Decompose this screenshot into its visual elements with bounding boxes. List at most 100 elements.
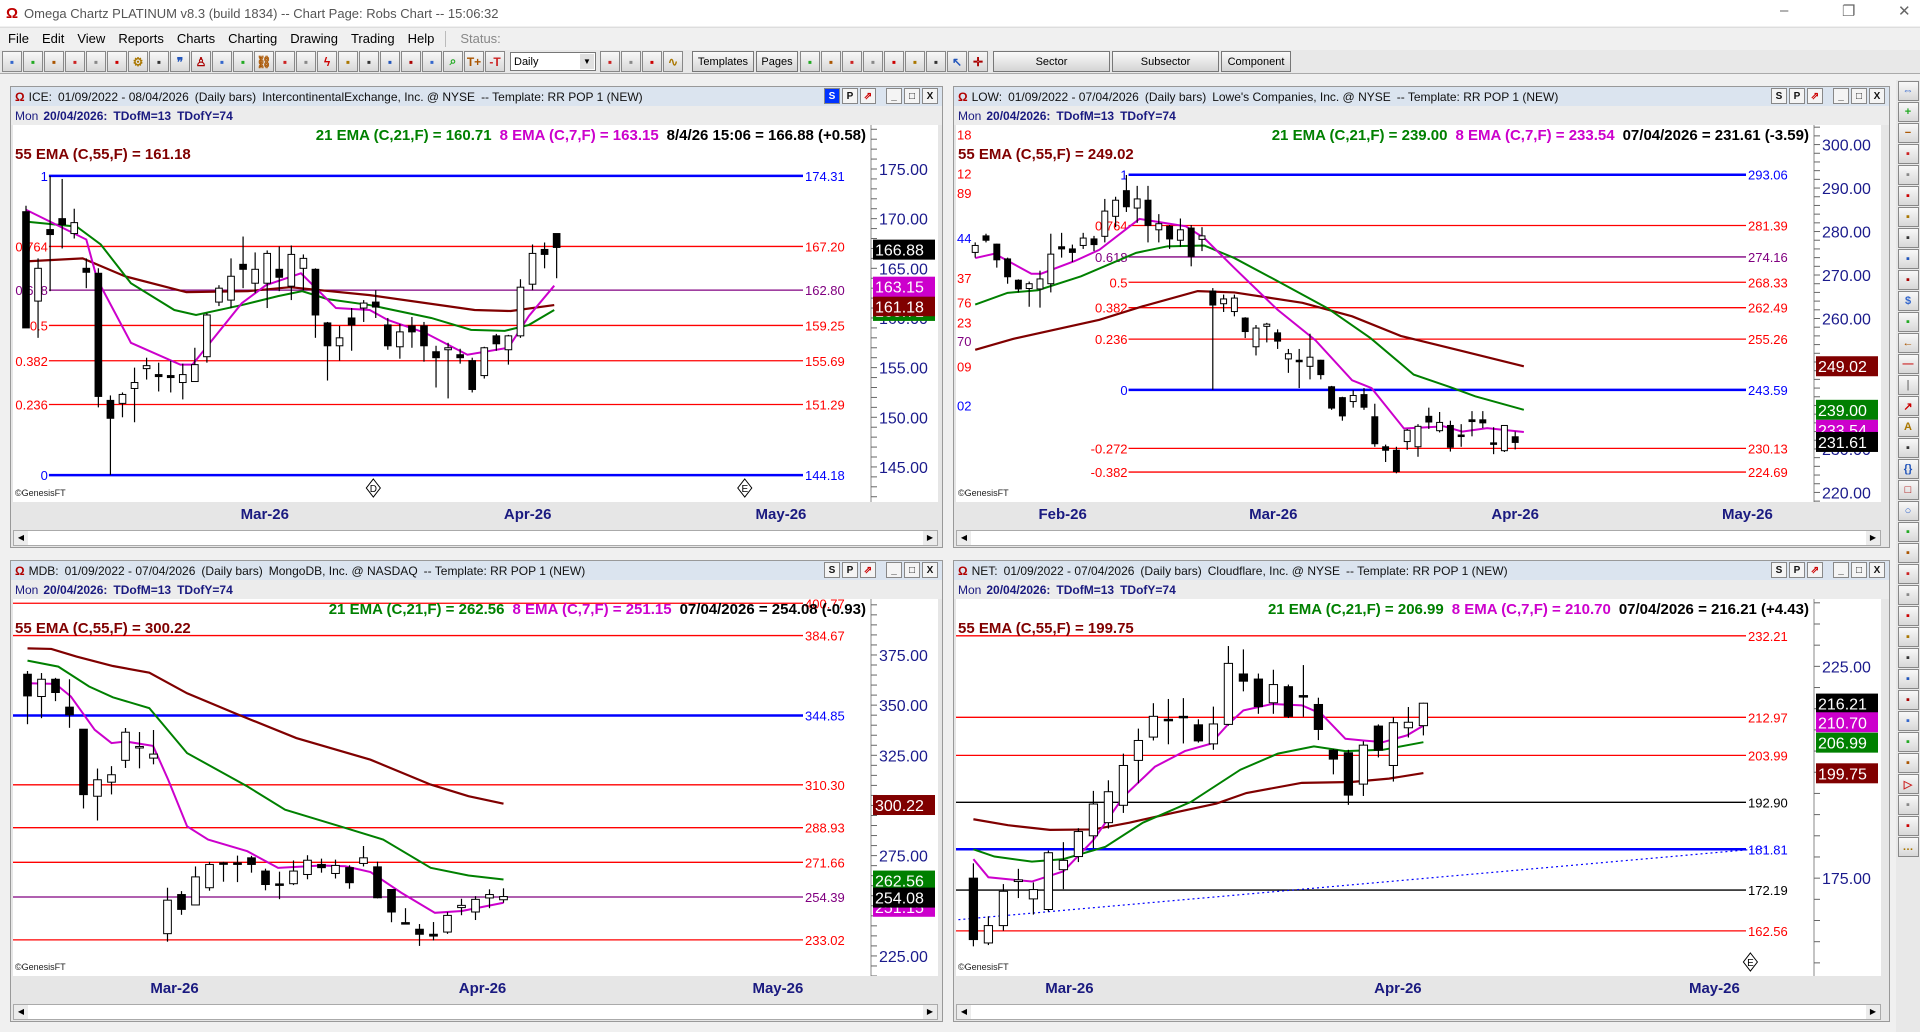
menu-trading[interactable]: Trading (351, 31, 395, 46)
alarm-icon[interactable]: ▪ (380, 51, 400, 72)
chevron-down-icon[interactable]: ▼ (580, 54, 594, 69)
link-icon[interactable]: ⛓ (254, 51, 274, 72)
trendline-icon[interactable]: ▪ (1897, 249, 1919, 269)
tools-icon[interactable]: ▪ (44, 51, 64, 72)
menu-file[interactable]: File (8, 31, 29, 46)
popout-icon[interactable]: ⇗ (860, 88, 876, 104)
magnet-icon[interactable]: ▪ (1897, 165, 1919, 185)
price-chart[interactable]: 225.00200.00175.00232.21212.97203.99192.… (956, 599, 1881, 976)
window-icon[interactable]: ▪ (149, 51, 169, 72)
menu-charting[interactable]: Charting (228, 31, 277, 46)
chart-window-header[interactable]: Ω ICE: 01/09/2022 - 08/04/2026 (Daily bars)… (11, 87, 942, 106)
horizontal-scrollbar[interactable]: ◀ ▶ (13, 1004, 938, 1020)
alert-icon[interactable]: ▪ (1897, 228, 1919, 248)
pages-button[interactable]: Pages (756, 51, 798, 72)
scroll-right-icon[interactable]: ▶ (923, 531, 937, 545)
minimize-button[interactable]: – (1780, 2, 1788, 19)
restore-button[interactable]: ❐ (1842, 2, 1855, 20)
chart-plot-area[interactable]: 175.00170.00165.00160.00155.00150.00145.… (13, 125, 938, 502)
text-icon[interactable]: A (1897, 417, 1919, 437)
brackets-icon[interactable]: {} (1897, 459, 1919, 479)
chart-window-header[interactable]: Ω MDB: 01/09/2022 - 07/04/2026 (Daily bars)… (11, 561, 942, 580)
fib-retrace-icon[interactable]: ▪ (1897, 564, 1919, 584)
s-button[interactable]: S (824, 88, 840, 104)
menu-charts[interactable]: Charts (177, 31, 215, 46)
spread-icon[interactable]: ▪ (821, 51, 841, 72)
minimize-window-button[interactable]: _ (1833, 88, 1849, 104)
minimize-window-button[interactable]: _ (886, 562, 902, 578)
minimize-window-button[interactable]: _ (1833, 562, 1849, 578)
play-icon[interactable]: ▷ (1897, 774, 1919, 794)
red-block-icon[interactable]: ▪ (422, 51, 442, 72)
indicator-if-icon[interactable]: ▪ (65, 51, 85, 72)
shapes-icon[interactable]: ▪ (1897, 438, 1919, 458)
channel-icon[interactable]: ▪ (1897, 312, 1919, 332)
scroll-left-icon[interactable]: ◀ (14, 531, 28, 545)
auto-scale-icon[interactable]: ▪ (905, 51, 925, 72)
crosshair-icon[interactable]: ✛ (968, 51, 988, 72)
measure-icon[interactable]: ▪ (1897, 522, 1919, 542)
arrow-icon[interactable]: ↗ (1897, 396, 1919, 416)
pencil-icon[interactable]: ▪ (1897, 186, 1919, 206)
horizontal-line-icon[interactable]: — (1897, 354, 1919, 374)
scale-icon[interactable]: ▪ (884, 51, 904, 72)
traffic-light-icon[interactable]: ▪ (23, 51, 43, 72)
close-window-button[interactable]: X (1869, 88, 1885, 104)
s-button[interactable]: S (824, 562, 840, 578)
component-button[interactable]: Component (1221, 51, 1291, 72)
arrow-left-icon[interactable]: ← (1897, 333, 1919, 353)
ruler-icon[interactable]: ▪ (1897, 795, 1919, 815)
chart-window-header[interactable]: Ω LOW: 01/09/2022 - 07/04/2026 (Daily bars)… (954, 87, 1889, 106)
event-marker[interactable]: E (1742, 952, 1759, 972)
close-window-button[interactable]: X (1869, 562, 1885, 578)
dotted-trendline[interactable] (958, 847, 1767, 921)
subsector-button[interactable]: Subsector (1112, 51, 1219, 72)
menu-help[interactable]: Help (408, 31, 435, 46)
pointer-icon[interactable]: ↖ (947, 51, 967, 72)
gann-icon[interactable]: ▪ (1897, 648, 1919, 668)
lightning-icon[interactable]: ϟ (317, 51, 337, 72)
maximize-window-button[interactable]: □ (1851, 88, 1867, 104)
settings-gears-icon[interactable]: ▪ (2, 51, 22, 72)
popout-icon[interactable]: ⇗ (1807, 88, 1823, 104)
p-button[interactable]: P (1789, 562, 1805, 578)
fib-extension-icon[interactable]: ▪ (1897, 585, 1919, 605)
ohlc-bars-icon[interactable]: ▪ (621, 51, 641, 72)
close-window-button[interactable]: X (922, 562, 938, 578)
magnifier-icon[interactable]: ⌕ (443, 51, 463, 72)
price-chart[interactable]: 300.00290.00280.00270.00260.00250.00240.… (956, 125, 1881, 502)
price-chart[interactable]: 375.00350.00325.00300.00275.00250.00225.… (13, 599, 938, 976)
color-bars-icon[interactable]: ▪ (642, 51, 662, 72)
horizontal-scrollbar[interactable]: ◀ ▶ (956, 530, 1881, 546)
close-button[interactable]: ✕ (1898, 2, 1911, 20)
pencil-ruler-icon[interactable]: ▪ (107, 51, 127, 72)
elliott-icon[interactable]: ▪ (1897, 816, 1919, 836)
popout-icon[interactable]: ⇗ (1807, 562, 1823, 578)
andrews-icon[interactable]: ▪ (1897, 669, 1919, 689)
list-icon[interactable]: ▪ (212, 51, 232, 72)
volume-icon[interactable]: ▪ (1897, 543, 1919, 563)
parallel-lines-icon[interactable]: ▪ (1897, 270, 1919, 290)
grid-icon[interactable]: ▪ (1897, 753, 1919, 773)
line-chart-icon[interactable]: ∿ (663, 51, 683, 72)
maximize-window-button[interactable]: □ (904, 88, 920, 104)
t-minus-icon[interactable]: -T (485, 51, 505, 72)
s-button[interactable]: S (1771, 562, 1787, 578)
bell-icon[interactable]: ♙ (191, 51, 211, 72)
scroll-left-icon[interactable]: ◀ (957, 531, 971, 545)
period-select[interactable]: Daily ▼ (510, 52, 596, 71)
vertical-line-icon[interactable]: | (1897, 375, 1919, 395)
scanner-icon[interactable]: ▪ (296, 51, 316, 72)
maximize-window-button[interactable]: □ (904, 562, 920, 578)
event-marker[interactable]: E (737, 478, 753, 498)
popout-icon[interactable]: ⇗ (860, 562, 876, 578)
close-window-button[interactable]: X (922, 88, 938, 104)
chart-window-header[interactable]: Ω NET: 01/09/2022 - 07/04/2026 (Daily bars)… (954, 561, 1889, 580)
speed-lines-icon[interactable]: ▪ (1897, 690, 1919, 710)
chart-plot-area[interactable]: 375.00350.00325.00300.00275.00250.00225.… (13, 599, 938, 976)
menu-edit[interactable]: Edit (42, 31, 64, 46)
gauge-icon[interactable]: ▪ (338, 51, 358, 72)
expand-icon[interactable]: ▪ (863, 51, 883, 72)
zoom-out-icon[interactable]: − (1897, 123, 1919, 143)
ladder-icon[interactable]: ▪ (275, 51, 295, 72)
